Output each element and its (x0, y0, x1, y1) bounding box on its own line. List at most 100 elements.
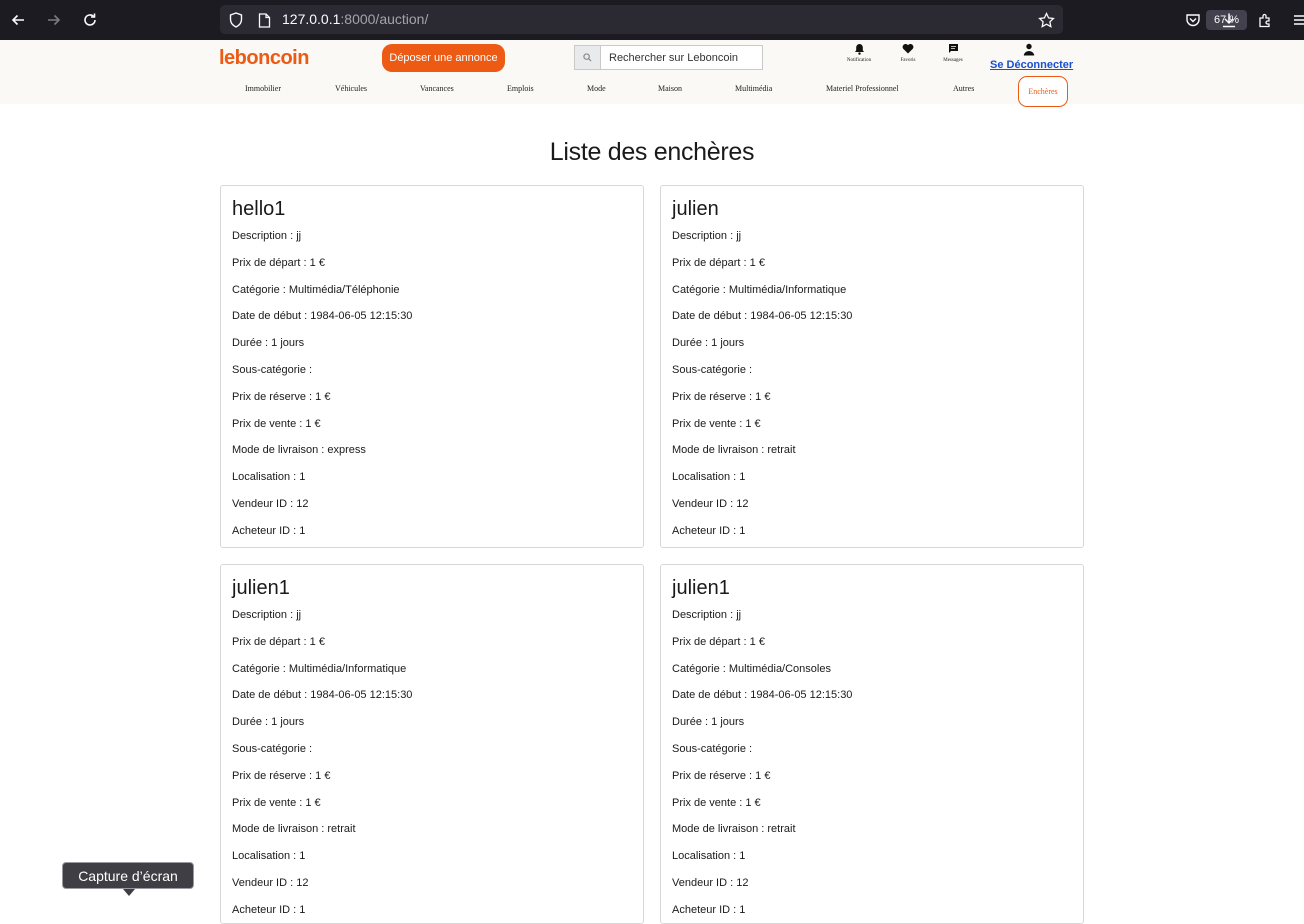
auction-subcategory: Sous-catégorie : (672, 364, 752, 376)
url-path: :8000/auction/ (340, 11, 429, 27)
auction-delivery-mode: Mode de livraison : retrait (672, 444, 796, 456)
field-value: jj (296, 609, 302, 621)
field-label: Description : (232, 609, 297, 621)
pocket-icon[interactable] (1181, 8, 1205, 32)
field-label: Acheteur ID : (672, 903, 740, 916)
shield-icon[interactable] (227, 11, 245, 29)
auction-start-price: Prix de départ : 1 € (672, 636, 765, 648)
auction-description: Description : jj (672, 609, 741, 621)
field-value: 1 € (309, 256, 325, 269)
auction-delivery-mode: Mode de livraison : retrait (672, 823, 796, 835)
page-info-icon[interactable] (255, 11, 273, 29)
auction-title: hello1 (232, 198, 286, 220)
auction-location: Localisation : 1 (672, 850, 745, 862)
auction-location: Localisation : 1 (232, 850, 305, 862)
field-value: 1 (739, 524, 746, 537)
category-materiel-professionnel[interactable]: Materiel Professionnel (826, 84, 899, 93)
auction-delivery-mode: Mode de livraison : express (232, 444, 366, 456)
field-label: Acheteur ID : (232, 524, 300, 537)
auction-duration: Durée : 1 jours (672, 337, 744, 349)
auction-buyer-id: Acheteur ID : 1 (232, 904, 305, 916)
field-label: Localisation : (672, 850, 740, 863)
field-value: 1 jours (271, 716, 305, 729)
category-vehicules[interactable]: Véhicules (335, 84, 367, 93)
back-arrow-icon[interactable] (6, 8, 30, 32)
field-value: jj (296, 230, 302, 242)
auction-start-date: Date de début : 1984-06-05 12:15:30 (232, 310, 412, 322)
category-vacances[interactable]: Vancances (420, 84, 454, 93)
field-label: Catégorie : (672, 283, 729, 296)
field-label: Durée : (672, 716, 712, 729)
star-bookmark-icon[interactable] (1037, 11, 1055, 29)
field-value: Multimédia/Informatique (288, 662, 407, 675)
field-value: 12 (736, 498, 749, 510)
reload-icon[interactable] (78, 8, 102, 32)
auction-category: Catégorie : Multimédia/Téléphonie (232, 284, 400, 296)
auction-duration: Durée : 1 jours (232, 716, 304, 728)
field-label: Vendeur ID : (232, 498, 297, 510)
field-label: Vendeur ID : (672, 877, 737, 889)
field-label: Date de début : (672, 689, 751, 702)
field-value: 1 € (745, 417, 761, 430)
screenshot-tooltip: Capture d’écran (62, 862, 194, 896)
auction-start-price: Prix de départ : 1 € (232, 257, 325, 269)
field-label: Prix de départ : (232, 635, 310, 648)
field-label: Prix de réserve : (232, 769, 316, 782)
auction-title: julien (672, 198, 719, 220)
field-value: 12 (296, 877, 309, 889)
field-value: 12 (296, 498, 309, 510)
field-label: Durée : (672, 337, 712, 350)
menu-icon[interactable] (1288, 8, 1304, 32)
auction-duration: Durée : 1 jours (232, 337, 304, 349)
auction-buyer-id: Acheteur ID : 1 (672, 904, 745, 916)
auction-description: Description : jj (672, 230, 741, 242)
field-label: Localisation : (232, 850, 300, 863)
forward-arrow-icon[interactable] (42, 8, 66, 32)
category-encheres[interactable]: Enchères (1018, 76, 1068, 107)
auction-reserve-price: Prix de réserve : 1 € (232, 391, 330, 403)
field-label: Prix de départ : (232, 256, 310, 269)
download-icon[interactable] (1217, 8, 1241, 32)
auction-seller-id: Vendeur ID : 12 (672, 877, 748, 889)
url-text: 127.0.0.1:8000/auction/ (282, 11, 428, 27)
site-header: leboncoin Déposer une annonce Notificati… (0, 40, 1304, 107)
auction-card: julien1 Description : jj Prix de départ : … (660, 564, 1084, 924)
address-bar[interactable]: 127.0.0.1:8000/auction/ 67 % (220, 5, 1247, 34)
field-value: Multimédia/Consoles (728, 662, 831, 675)
field-label: Prix de départ : (672, 256, 750, 269)
field-label: Prix de vente : (232, 417, 306, 430)
field-value: 1 € (309, 635, 325, 648)
auction-start-date: Date de début : 1984-06-05 12:15:30 (232, 689, 412, 701)
field-label: Date de début : (232, 689, 311, 702)
browser-toolbar: 127.0.0.1:8000/auction/ 67 % (0, 0, 1304, 40)
field-value: 1984-06-05 12:15:30 (310, 689, 413, 702)
category-emplois[interactable]: Emplois (507, 84, 534, 93)
field-value: 1984-06-05 12:15:30 (310, 310, 413, 323)
field-value: retrait (767, 444, 796, 457)
field-label: Prix de vente : (232, 796, 306, 809)
category-mode[interactable]: Mode (587, 84, 606, 93)
field-value: 1 jours (711, 337, 745, 350)
auction-duration: Durée : 1 jours (672, 716, 744, 728)
page-title: Liste des enchères (549, 138, 755, 166)
field-label: Localisation : (232, 471, 300, 484)
field-label: Mode de livraison : (232, 444, 328, 457)
category-multimedia[interactable]: Multimédia (735, 84, 772, 93)
category-autres[interactable]: Autres (953, 84, 974, 93)
field-label: Description : (232, 230, 297, 242)
auction-buyer-id: Acheteur ID : 1 (232, 525, 305, 537)
field-label: Vendeur ID : (672, 498, 737, 510)
field-value: 1 € (305, 796, 321, 809)
field-label: Localisation : (672, 471, 740, 484)
field-label: Mode de livraison : (232, 823, 328, 836)
extensions-icon[interactable] (1253, 8, 1277, 32)
field-value: Multimédia/Informatique (728, 283, 847, 296)
field-label: Acheteur ID : (232, 903, 300, 916)
category-immobilier[interactable]: Immobilier (245, 84, 281, 93)
auction-card: julien Description : jj Prix de départ : 1… (660, 185, 1084, 548)
auction-sale-price: Prix de vente : 1 € (232, 418, 321, 430)
field-label: Prix de réserve : (672, 769, 756, 782)
auction-subcategory: Sous-catégorie : (232, 364, 312, 376)
category-maison[interactable]: Maison (658, 84, 682, 93)
field-label: Acheteur ID : (672, 524, 740, 537)
